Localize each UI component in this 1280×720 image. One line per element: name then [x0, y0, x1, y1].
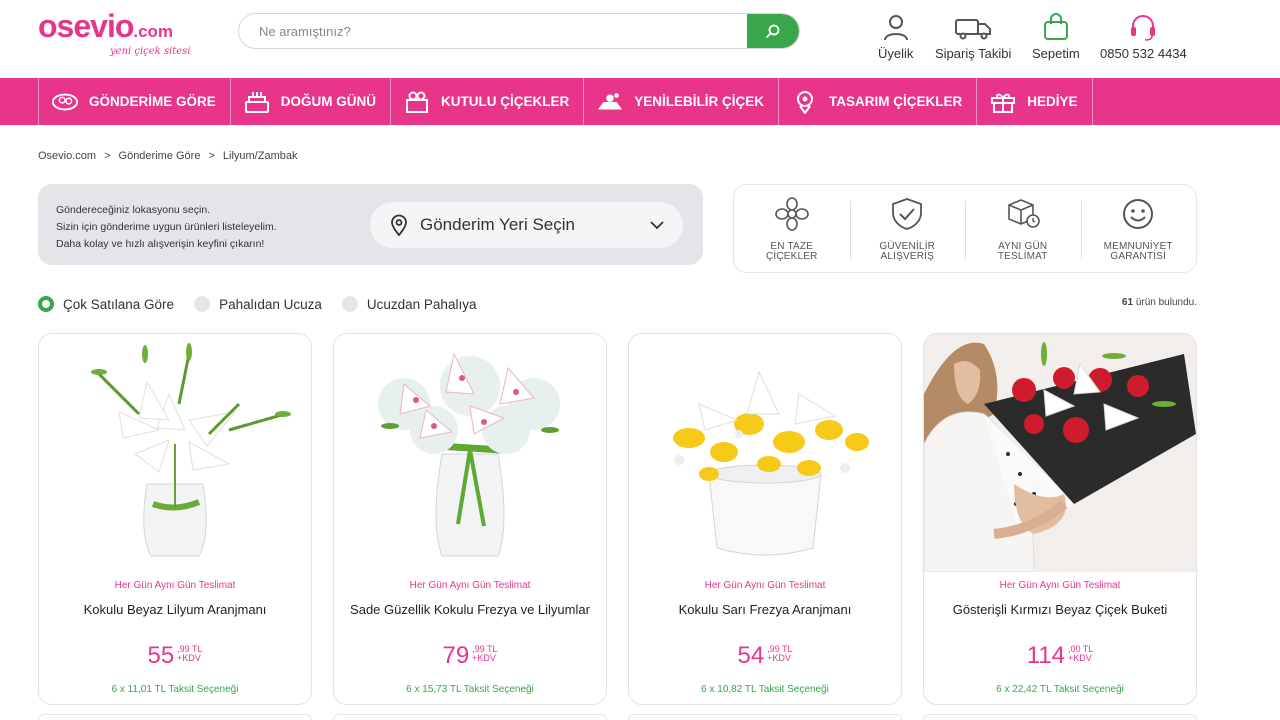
nav-item-by-delivery[interactable]: GÖNDERİME GÖRE — [38, 78, 230, 125]
sort-options: Çok Satılana Göre Pahalıdan Ucuza Ucuzda… — [38, 296, 476, 312]
nav-item-label: DOĞUM GÜNÜ — [280, 94, 377, 109]
product-name[interactable]: Sade Güzellik Kokulu Frezya ve Lilyumlar — [334, 602, 606, 617]
header: osevio.com yeni çiçek sitesi Üyelik Sipa… — [0, 0, 1280, 78]
shield-check-icon — [892, 198, 923, 230]
site-logo[interactable]: osevio.com yeni çiçek sitesi — [38, 8, 218, 57]
header-order-tracking-label: Sipariş Takibi — [935, 46, 1012, 61]
sort-best-selling[interactable]: Çok Satılana Göre — [38, 296, 174, 312]
radio-selected[interactable] — [38, 296, 54, 312]
headset-icon — [1131, 15, 1156, 41]
feature-badges: EN TAZE ÇİÇEKLER GÜVENİLİR ALIŞVERİŞ AYNI … — [733, 184, 1197, 273]
truck-icon — [955, 19, 992, 40]
next-row-cards-edge — [38, 714, 1198, 720]
user-icon — [883, 15, 908, 41]
product-price: 79 ,99 TL +KDV — [442, 642, 498, 669]
location-select[interactable]: Gönderim Yeri Seçin — [370, 202, 683, 248]
logo-tagline: yeni çiçek sitesi — [110, 46, 191, 57]
sort-price-desc[interactable]: Pahalıdan Ucuza — [194, 296, 322, 312]
nav-item-label: TASARIM ÇİÇEKLER — [829, 94, 963, 109]
product-name[interactable]: Gösterişli Kırmızı Beyaz Çiçek Buketi — [924, 602, 1196, 617]
product-card[interactable]: Her Gün Aynı Gün Teslimat Kokulu Beyaz L… — [38, 333, 312, 705]
installment-option: 6 x 15,73 TL Taksit Seçeneği — [406, 684, 534, 695]
search-button[interactable] — [747, 14, 799, 48]
breadcrumb: Osevio.com > Gönderime Göre > Lilyum/Zam… — [38, 150, 297, 162]
radio-unselected[interactable] — [341, 296, 358, 312]
header-account-label: Üyelik — [878, 46, 914, 61]
cake-icon — [243, 90, 271, 114]
radio-unselected[interactable] — [194, 296, 211, 312]
same-day-delivery-badge: Her Gün Aynı Gün Teslimat — [704, 580, 826, 591]
product-grid: Her Gün Aynı Gün Teslimat Kokulu Beyaz L… — [38, 333, 1197, 705]
location-panel: Göndereceğiniz lokasyonu seçin. Sizin iç… — [38, 184, 703, 265]
installment-option: 6 x 10,82 TL Taksit Seçeneği — [701, 684, 829, 695]
header-cart-label: Sepetim — [1032, 46, 1080, 61]
header-phone-label: 0850 532 4434 — [1100, 46, 1187, 61]
shopping-bag-icon — [1043, 13, 1068, 40]
location-description: Göndereceğiniz lokasyonu seçin. Sizin iç… — [56, 204, 277, 250]
product-card[interactable]: Her Gün Aynı Gün Teslimat Sade Güzellik … — [333, 333, 607, 705]
nav-item-label: GÖNDERİME GÖRE — [89, 94, 216, 109]
nav-item-gift[interactable]: HEDİYE — [976, 78, 1093, 125]
logo-wordmark: osevio.com — [38, 8, 174, 44]
product-name[interactable]: Kokulu Sarı Frezya Aranjmanı — [629, 602, 901, 617]
map-pin-icon — [391, 214, 407, 236]
sort-price-asc[interactable]: Ucuzdan Pahalıya — [341, 296, 476, 312]
search-bar — [238, 13, 800, 49]
gift-icon — [989, 90, 1017, 114]
same-day-delivery-badge: Her Gün Aynı Gün Teslimat — [999, 580, 1121, 591]
same-day-delivery-badge: Her Gün Aynı Gün Teslimat — [409, 580, 531, 591]
breadcrumb-home[interactable]: Osevio.com — [38, 150, 96, 162]
product-card-edge — [38, 714, 312, 720]
product-price: 114 ,00 TL +KDV — [1026, 642, 1094, 669]
product-card-edge — [628, 714, 902, 720]
nav-item-edible-flowers[interactable]: YENİLEBİLİR ÇİÇEK — [583, 78, 778, 125]
search-icon — [766, 24, 780, 38]
header-cart[interactable]: Sepetim — [1032, 12, 1080, 61]
product-image-red-white-bouquet[interactable] — [924, 334, 1196, 572]
header-order-tracking[interactable]: Sipariş Takibi — [935, 12, 1011, 61]
same-day-delivery-badge: Her Gün Aynı Gün Teslimat — [114, 580, 236, 591]
product-image-yellow-freesia[interactable] — [629, 334, 901, 572]
feature-freshest-flowers: EN TAZE ÇİÇEKLER — [734, 185, 850, 272]
installment-option: 6 x 11,01 TL Taksit Seçeneği — [111, 684, 239, 695]
search-input[interactable] — [259, 14, 739, 48]
designer-flower-icon — [791, 90, 819, 114]
flower-outline-icon — [774, 197, 809, 231]
product-image-white-lily[interactable] — [39, 334, 311, 572]
nav-item-boxed-flowers[interactable]: KUTULU ÇİÇEKLER — [390, 78, 583, 125]
product-card[interactable]: Her Gün Aynı Gün Teslimat Gösterişli Kır… — [923, 333, 1197, 705]
nav-item-label: KUTULU ÇİÇEKLER — [441, 94, 570, 109]
header-account[interactable]: Üyelik — [878, 12, 913, 61]
product-card-edge — [923, 714, 1197, 720]
product-card[interactable]: Her Gün Aynı Gün Teslimat Kokulu Sarı Fr… — [628, 333, 902, 705]
breadcrumb-separator: > — [208, 150, 215, 162]
product-price: 54 ,99 TL +KDV — [737, 642, 793, 669]
smiley-icon — [1123, 199, 1154, 229]
feature-same-day-delivery: AYNI GÜN TESLİMAT — [965, 185, 1081, 272]
breadcrumb-category[interactable]: Gönderime Göre — [119, 150, 201, 162]
location-select-label: Gönderim Yeri Seçin — [420, 215, 575, 234]
product-card-edge — [333, 714, 607, 720]
flower-box-icon — [403, 90, 431, 114]
feature-secure-shopping: GÜVENİLİR ALIŞVERİŞ — [849, 185, 966, 272]
edible-flower-icon — [596, 90, 624, 114]
nav-item-birthday[interactable]: DOĞUM GÜNÜ — [229, 78, 390, 125]
installment-option: 6 x 22,42 TL Taksit Seçeneği — [996, 684, 1124, 695]
breadcrumb-current[interactable]: Lilyum/Zambak — [223, 150, 298, 162]
result-count: 61 ürün bulundu. — [1121, 297, 1197, 308]
bouquet-icon — [51, 90, 79, 114]
nav-item-label: HEDİYE — [1027, 94, 1078, 109]
package-clock-icon — [1007, 199, 1040, 228]
product-price: 55 ,99 TL +KDV — [147, 642, 203, 669]
product-image-freesia-lily[interactable] — [334, 334, 606, 572]
feature-satisfaction-guarantee: MEMNUNİYET GARANTİSİ — [1080, 185, 1197, 272]
header-phone[interactable]: 0850 532 4434 — [1100, 12, 1187, 61]
product-name[interactable]: Kokulu Beyaz Lilyum Aranjmanı — [39, 602, 311, 617]
breadcrumb-separator: > — [104, 150, 111, 162]
nav-item-designer-flowers[interactable]: TASARIM ÇİÇEKLER — [778, 78, 976, 125]
nav-item-label: YENİLEBİLİR ÇİÇEK — [634, 94, 765, 109]
chevron-down-icon — [650, 221, 664, 230]
main-nav: GÖNDERİME GÖRE DOĞUM GÜNÜ KUTULU ÇİÇEKLE… — [0, 78, 1280, 125]
